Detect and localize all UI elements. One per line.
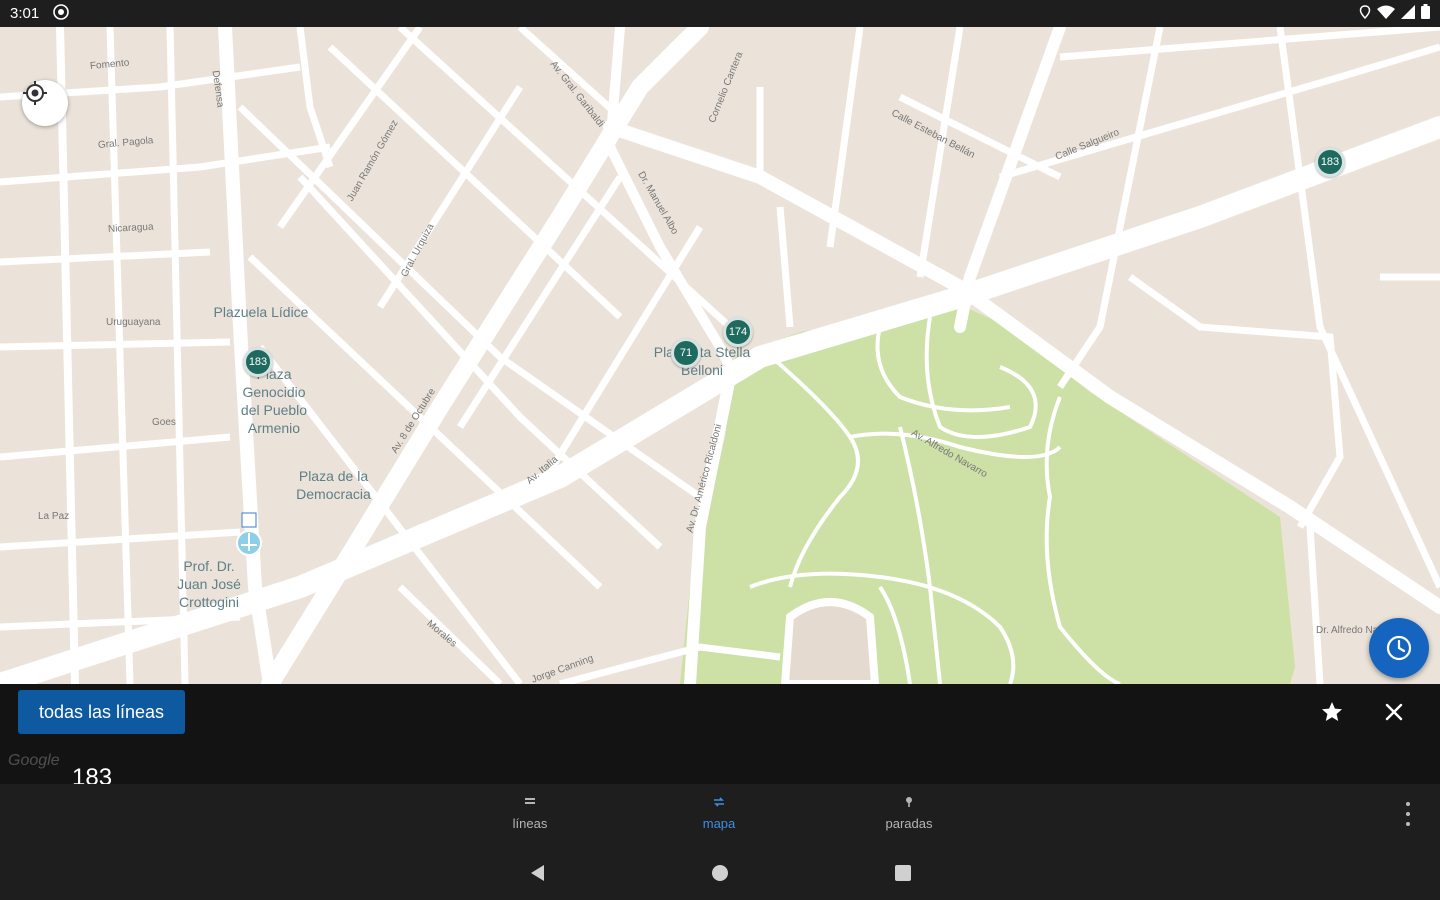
star-icon <box>1322 702 1342 721</box>
bus-stop-marker[interactable]: 174 <box>723 317 753 347</box>
home-circle-icon <box>712 865 728 881</box>
place-label: Prof. Dr. Juan José Crottogini <box>177 558 241 610</box>
stop-pin-icon <box>906 797 912 807</box>
schedule-button[interactable] <box>1369 618 1429 678</box>
dot <box>1406 802 1410 806</box>
bottom-navigation: líneas mapa paradas <box>0 784 1440 844</box>
nav-label: mapa <box>702 816 736 831</box>
back-button[interactable] <box>527 862 549 884</box>
all-lines-button[interactable]: todas las líneas <box>18 690 185 734</box>
list-icon <box>525 798 535 804</box>
nav-tab-mapa[interactable]: mapa <box>679 796 759 831</box>
signal-icon <box>1401 4 1415 23</box>
clock-icon <box>1386 635 1412 661</box>
status-time: 3:01 <box>10 5 40 22</box>
nav-tab-paradas[interactable]: paradas <box>869 796 949 831</box>
nav-tab-lineas[interactable]: líneas <box>490 796 570 831</box>
line-bottom-sheet: Google todas las líneas <box>0 684 1440 784</box>
place-label: Plazoleta Stella Belloni <box>653 344 751 378</box>
street-label: Uruguayana <box>106 317 161 328</box>
map-view[interactable]: Plazuela Lídice Plaza Genocidio del Pueb… <box>0 27 1440 684</box>
status-icons <box>1359 4 1430 23</box>
battery-icon <box>1421 4 1430 23</box>
location-icon <box>1359 4 1371 23</box>
favorite-button[interactable] <box>1316 696 1348 728</box>
nav-label: paradas <box>885 816 933 831</box>
bus-stop-marker[interactable]: 71 <box>671 338 701 368</box>
nav-label: líneas <box>512 816 548 831</box>
recents-square-icon <box>895 865 911 881</box>
dot <box>1406 812 1410 816</box>
status-bar: 3:01 <box>0 0 1440 27</box>
back-triangle-icon <box>531 865 544 881</box>
close-icon <box>1385 703 1403 721</box>
dot <box>1406 822 1410 826</box>
overflow-menu-button[interactable] <box>1398 802 1418 826</box>
street-label: La Paz <box>38 511 70 522</box>
recents-button[interactable] <box>892 862 914 884</box>
place-label: Plazuela Lídice <box>213 304 309 320</box>
place-label: Plaza de la Democracia <box>296 468 371 502</box>
system-navigation-bar <box>0 844 1440 900</box>
crosshair-icon <box>23 81 47 105</box>
wifi-icon <box>1377 5 1395 23</box>
notification-icon <box>53 3 70 24</box>
google-watermark: Google <box>8 752 60 769</box>
my-location-button[interactable] <box>22 80 68 126</box>
street-label: Goes <box>152 417 176 428</box>
app-screen: 3:01 Plazuela Lídice Plaza Genocidio del… <box>0 0 1440 900</box>
bus-stop-marker[interactable]: 183 <box>1315 147 1345 177</box>
map-icon <box>714 797 724 807</box>
stadium <box>780 598 880 684</box>
close-button[interactable] <box>1378 696 1410 728</box>
home-button[interactable] <box>709 862 731 884</box>
place-label: Plaza Genocidio del Pueblo Armenio <box>240 366 308 436</box>
bus-stop-marker[interactable]: 183 <box>243 347 273 377</box>
